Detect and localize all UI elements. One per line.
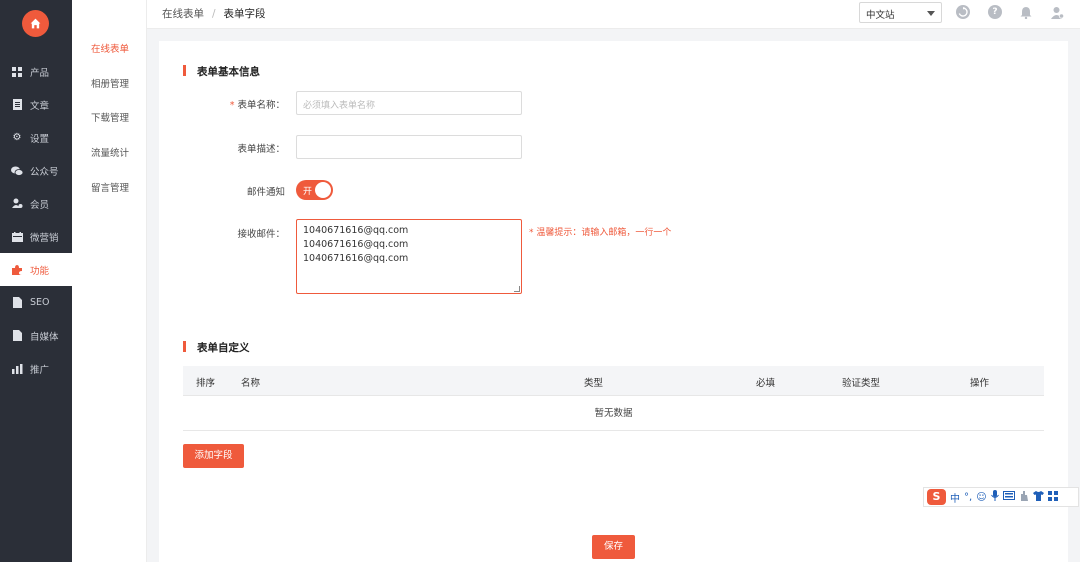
required-mark: * — [229, 100, 235, 111]
sidebar-item-marketing[interactable]: 微营销 — [0, 220, 72, 253]
language-select-value: 中文站 — [866, 10, 895, 21]
subnav-item-album[interactable]: 相册管理 — [91, 76, 129, 90]
bar-chart-icon — [11, 363, 23, 375]
email-line: 1040671616@qq.com — [303, 239, 409, 250]
column-header-order: 排序 — [196, 378, 216, 389]
sidebar-item-label: 微营销 — [30, 232, 59, 244]
form-name-placeholder: 必须填入表单名称 — [303, 101, 376, 111]
sidebar-item-settings[interactable]: ⚙ 设置 — [0, 121, 72, 154]
sidebar-item-label: 自媒体 — [30, 331, 59, 343]
add-field-button[interactable]: 添加字段 — [183, 444, 244, 468]
column-header-name: 名称 — [241, 378, 261, 389]
breadcrumb-separator: / — [212, 8, 216, 20]
column-header-type: 类型 — [584, 378, 604, 389]
save-button[interactable]: 保存 — [592, 535, 635, 559]
toggle-knob — [315, 182, 331, 198]
sidebar-item-label: 会员 — [30, 199, 50, 211]
help-icon[interactable]: ? — [988, 5, 1002, 19]
subnav-item-traffic[interactable]: 流量统计 — [91, 145, 129, 159]
breadcrumb: 在线表单 / 表单字段 — [162, 6, 266, 21]
grid-icon — [11, 66, 23, 78]
column-header-required: 必填 — [756, 378, 776, 389]
sidebar-item-label: 公众号 — [30, 166, 59, 178]
column-header-actions: 操作 — [970, 378, 990, 389]
toggle-on-label: 开 — [303, 187, 313, 197]
file-icon — [11, 330, 23, 342]
sidebar-item-label: 推广 — [30, 364, 50, 376]
email-hint: * 温馨提示：请输入邮箱，一行一个 — [529, 228, 672, 238]
subnav-item-downloads[interactable]: 下载管理 — [91, 110, 129, 124]
column-header-validation: 验证类型 — [842, 378, 881, 389]
email-notify-label: 邮件通知 — [246, 187, 285, 198]
form-name-input[interactable]: 必须填入表单名称 — [296, 91, 522, 115]
gear-icon: ⚙ — [12, 132, 22, 143]
ime-toolbar: S 中 °, ☺ — [923, 487, 1079, 507]
section-title-basic: 表单基本信息 — [183, 64, 260, 79]
form-name-label: * 表单名称： — [230, 97, 285, 111]
email-line: 1040671616@qq.com — [303, 225, 409, 236]
sidebar-item-label: 产品 — [30, 67, 50, 79]
document-icon — [11, 99, 23, 111]
form-desc-input[interactable] — [296, 135, 522, 159]
sidebar-item-members[interactable]: 会员 — [0, 187, 72, 220]
receive-email-label: 接收邮件： — [237, 229, 285, 240]
microphone-icon[interactable] — [990, 490, 999, 504]
language-select[interactable]: 中文站 — [859, 2, 942, 23]
breadcrumb-current: 表单字段 — [223, 8, 266, 20]
user-icon[interactable] — [1050, 5, 1064, 19]
user-settings-icon — [11, 198, 23, 210]
ime-mode-toggle[interactable]: 中 — [950, 490, 960, 505]
sidebar-item-label: 文章 — [30, 100, 50, 112]
skin-shirt-icon[interactable] — [1032, 490, 1044, 504]
table-empty-state: 暂无数据 — [183, 396, 1044, 431]
sidebar-item-features[interactable]: 功能 — [0, 253, 72, 286]
section-title-custom: 表单自定义 — [183, 340, 250, 355]
puzzle-icon — [11, 264, 23, 276]
email-notify-toggle[interactable]: 开 — [296, 180, 333, 200]
sidebar-item-articles[interactable]: 文章 — [0, 88, 72, 121]
wechat-icon — [11, 165, 23, 177]
bell-icon[interactable] — [1019, 5, 1033, 19]
sidebar-item-seo[interactable]: SEO — [0, 286, 72, 319]
fields-table-header: 排序 名称 类型 必填 验证类型 操作 — [183, 366, 1044, 396]
hand-icon[interactable] — [1019, 490, 1029, 504]
ime-punctuation-toggle[interactable]: °, — [964, 492, 972, 503]
sidebar-item-promotion[interactable]: 推广 — [0, 352, 72, 385]
subnav-item-messages[interactable]: 留言管理 — [91, 180, 129, 194]
sidebar-item-wechat[interactable]: 公众号 — [0, 154, 72, 187]
form-card: 表单基本信息 * 表单名称： 必须填入表单名称 表单描述： 邮件通知 开 接收邮件… — [159, 41, 1068, 562]
top-bar: 在线表单 / 表单字段 中文站 ? — [147, 0, 1080, 29]
ime-logo[interactable]: S — [927, 489, 946, 505]
sidebar-item-label: 设置 — [30, 133, 50, 145]
sidebar-item-self-media[interactable]: 自媒体 — [0, 319, 72, 352]
refresh-icon[interactable] — [956, 5, 970, 19]
toolbox-grid-icon[interactable] — [1047, 490, 1058, 504]
sidebar-item-label: SEO — [30, 297, 50, 308]
file-icon — [11, 297, 23, 309]
home-icon — [30, 18, 41, 29]
breadcrumb-parent[interactable]: 在线表单 — [162, 8, 204, 20]
sub-sidebar: 在线表单 相册管理 下载管理 流量统计 留言管理 — [72, 0, 147, 562]
sidebar-item-products[interactable]: 产品 — [0, 55, 72, 88]
subnav-item-online-form[interactable]: 在线表单 — [91, 41, 129, 55]
sidebar-item-label: 功能 — [30, 265, 50, 277]
email-line: 1040671616@qq.com — [303, 253, 409, 264]
home-logo[interactable] — [22, 10, 49, 37]
main-sidebar: 产品 文章 ⚙ 设置 公众号 会员 微营销 功能 SEO 自媒体 推广 — [0, 0, 72, 562]
resize-grip-icon[interactable] — [514, 286, 520, 292]
receive-email-textarea[interactable]: 1040671616@qq.com 1040671616@qq.com 1040… — [296, 219, 522, 294]
keyboard-icon[interactable] — [1002, 491, 1015, 503]
smiley-icon[interactable]: ☺ — [976, 492, 986, 503]
chevron-down-icon — [927, 11, 935, 16]
calendar-icon — [11, 231, 23, 243]
form-name-label-text: 表单名称： — [237, 100, 285, 111]
form-desc-label: 表单描述： — [237, 144, 285, 155]
